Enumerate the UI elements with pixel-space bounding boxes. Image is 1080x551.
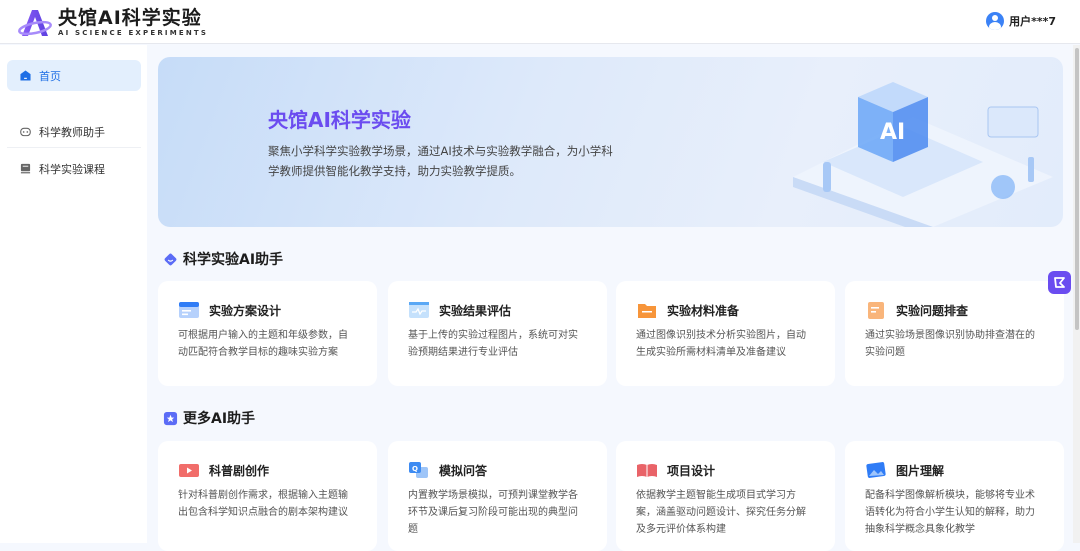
card-title-row: 实验材料准备 [636,299,815,321]
scrollbar-thumb[interactable] [1075,48,1079,330]
card-title-row: Q 模拟问答 [408,459,587,481]
card-title: 图片理解 [896,463,945,478]
assistant-card[interactable]: 科普剧创作针对科普剧创作需求，根据输入主题输出包含科学知识点融合的剧本架构建议 [158,441,377,551]
qa-icon: Q [409,462,428,478]
card-title: 实验方案设计 [209,303,282,318]
card-title-row: 项目设计 [636,459,815,481]
illustration-ai-text: AI [880,120,905,145]
diamond-smile-icon [164,253,177,265]
sidebar-item-courses[interactable]: 科学实验课程 [7,153,141,184]
ai-assistant-float-button[interactable] [1048,271,1071,294]
avatar-icon [986,12,1005,30]
video-icon [179,464,199,477]
card-description: 针对科普剧创作需求，根据输入主题输出包含科学知识点融合的剧本架构建议 [178,490,348,518]
card-title: 项目设计 [667,463,716,478]
assistant-card[interactable]: 实验问题排查通过实验场景图像识别协助排查潜在的实验问题 [845,281,1064,386]
section-title-text: 科学实验AI助手 [183,252,284,268]
assistant-card[interactable]: Q 模拟问答内置教学场景模拟，可预判课堂教学各环节及课后复习阶段可能出现的典型问题 [388,441,607,551]
assistant-card[interactable]: 实验结果评估基于上传的实验过程图片，系统可对实验预期结果进行专业评估 [388,281,607,386]
banner-description: 聚焦小学科学实验教学场景，通过AI技术与实验教学融合，为小学科学教师提供智能化教… [268,144,613,178]
card-title-row: 科普剧创作 [178,459,357,481]
card-title: 实验材料准备 [667,303,740,318]
assistant-card[interactable]: 图片理解配备科学图像解析模块，能够将专业术语转化为符合小学生认知的解释，助力抽象… [845,441,1064,551]
card-description: 依据教学主题智能生成项目式学习方案，涵盖驱动问题设计、探究任务分解及多元评价体系… [636,490,806,535]
logo-title: 央馆AI科学实验 [58,7,202,29]
card-description: 通过实验场景图像识别协助排查潜在的实验问题 [865,330,1035,358]
image-icon [866,462,886,478]
sidebar-item-label: 科学实验课程 [39,162,105,176]
card-title-row: 图片理解 [865,459,1044,481]
card-description: 通过图像识别技术分析实验图片，自动生成实验所需材料清单及准备建议 [636,330,806,358]
card-description: 配备科学图像解析模块，能够将专业术语转化为符合小学生认知的解释，助力抽象科学概念… [865,490,1035,535]
divider [7,147,141,148]
header: 央馆AI科学实验 AI SCIENCE EXPERIMENTS 用户***7 [0,0,1080,44]
monitor-icon [20,163,31,174]
sparkle-icon [1054,277,1065,288]
card-description: 可根据用户输入的主题和年级参数，自动匹配符合教学目标的趣味实验方案 [178,330,348,358]
user-name: 用户***7 [1009,15,1056,28]
logo-subtitle: AI SCIENCE EXPERIMENTS [58,29,209,37]
card-title: 模拟问答 [439,463,488,478]
card-title: 实验问题排查 [896,303,969,318]
card-title: 实验结果评估 [439,303,512,318]
card-description: 基于上传的实验过程图片，系统可对实验预期结果进行专业评估 [408,330,578,358]
section-title-science-ai: 科学实验AI助手 [163,249,283,269]
assistant-card[interactable]: 实验材料准备通过图像识别技术分析实验图片，自动生成实验所需材料清单及准备建议 [616,281,835,386]
plan-icon [179,302,199,318]
robot-icon [20,127,31,137]
book-icon [637,464,657,477]
sidebar-item-home[interactable]: 首页 [7,60,141,91]
sidebar-item-label: 科学教师助手 [39,125,105,139]
sidebar-item-teacher-assistant[interactable]: 科学教师助手 [7,116,141,147]
banner-title: 央馆AI科学实验 [268,108,411,132]
logo-icon [18,9,52,36]
folder-icon [638,304,656,318]
card-title-row: 实验方案设计 [178,299,357,321]
chart-pulse-icon [409,302,429,318]
card-title: 科普剧创作 [209,463,270,478]
card-description: 内置教学场景模拟，可预判课堂教学各环节及课后复习阶段可能出现的典型问题 [408,490,578,535]
card-title-row: 实验结果评估 [408,299,587,321]
hero-banner: 央馆AI科学实验 聚焦小学科学实验教学场景，通过AI技术与实验教学融合，为小学科… [158,57,1063,227]
section-title-more-ai: 更多AI助手 [163,408,255,428]
user-menu[interactable]: 用户***7 [986,12,1056,30]
home-icon [20,70,31,81]
document-icon [868,302,884,319]
card-title-row: 实验问题排查 [865,299,1044,321]
sidebar: 首页 科学教师助手 科学实验课程 [0,45,147,543]
section-title-text: 更多AI助手 [183,411,256,427]
svg-text:Q: Q [412,465,418,473]
lab-illustration: AI [793,82,1053,227]
sidebar-item-label: 首页 [39,69,61,83]
star-badge-icon [163,411,178,425]
assistant-card[interactable]: 实验方案设计可根据用户输入的主题和年级参数，自动匹配符合教学目标的趣味实验方案 [158,281,377,386]
logo[interactable]: 央馆AI科学实验 AI SCIENCE EXPERIMENTS [18,7,208,38]
assistant-card[interactable]: 项目设计依据教学主题智能生成项目式学习方案，涵盖驱动问题设计、探究任务分解及多元… [616,441,835,551]
